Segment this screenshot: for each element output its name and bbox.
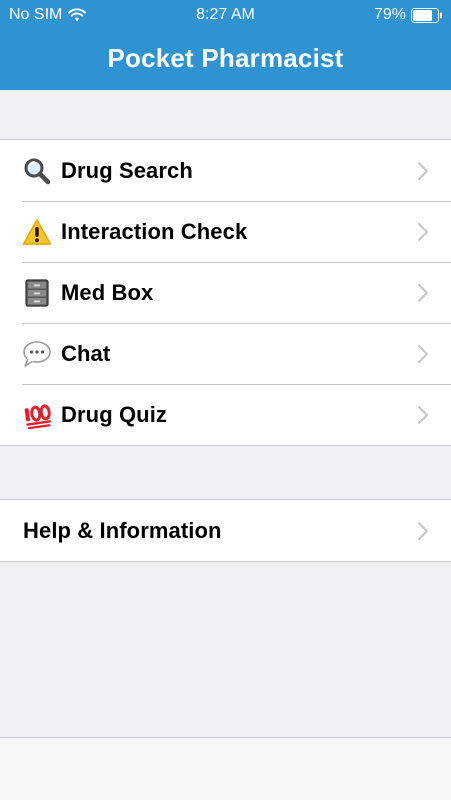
chevron-right-icon — [417, 344, 429, 363]
chevron-right-icon — [417, 283, 429, 302]
menu-item-drug-search[interactable]: Drug Search — [0, 140, 451, 201]
file-cabinet-icon — [21, 277, 53, 309]
main-menu: Drug Search Interaction Check Med Box Ch… — [0, 139, 451, 446]
menu-item-chat[interactable]: Chat — [0, 323, 451, 384]
warning-icon — [21, 216, 53, 248]
header: No SIM 8:27 AM 79% Pocket Pharmacist — [0, 0, 451, 90]
chevron-right-icon — [417, 405, 429, 424]
menu-item-label: Interaction Check — [61, 218, 248, 244]
speech-bubble-icon — [21, 338, 53, 370]
magnifying-glass-icon — [21, 155, 53, 187]
chevron-right-icon — [417, 222, 429, 241]
battery-icon — [411, 7, 442, 23]
menu-item-med-box[interactable]: Med Box — [0, 262, 451, 323]
menu-item-interaction-check[interactable]: Interaction Check — [0, 201, 451, 262]
bottom-bar — [0, 737, 451, 800]
chevron-right-icon — [417, 161, 429, 180]
battery-percent: 79% — [373, 6, 406, 23]
menu-item-help-information[interactable]: Help & Information — [0, 500, 451, 561]
menu-item-label: Med Box — [61, 279, 154, 305]
status-right: 79% — [374, 6, 443, 24]
chevron-right-icon — [417, 521, 429, 540]
hundred-points-icon — [21, 399, 53, 431]
menu-item-drug-quiz[interactable]: Drug Quiz — [0, 384, 451, 445]
secondary-menu: Help & Information — [0, 499, 451, 562]
menu-item-label: Drug Quiz — [61, 401, 168, 427]
page-title: Pocket Pharmacist — [107, 43, 344, 73]
menu-item-label: Help & Information — [23, 517, 222, 543]
menu-item-label: Chat — [61, 340, 111, 366]
menu-item-label: Drug Search — [61, 157, 193, 183]
status-bar: No SIM 8:27 AM 79% — [0, 0, 451, 30]
